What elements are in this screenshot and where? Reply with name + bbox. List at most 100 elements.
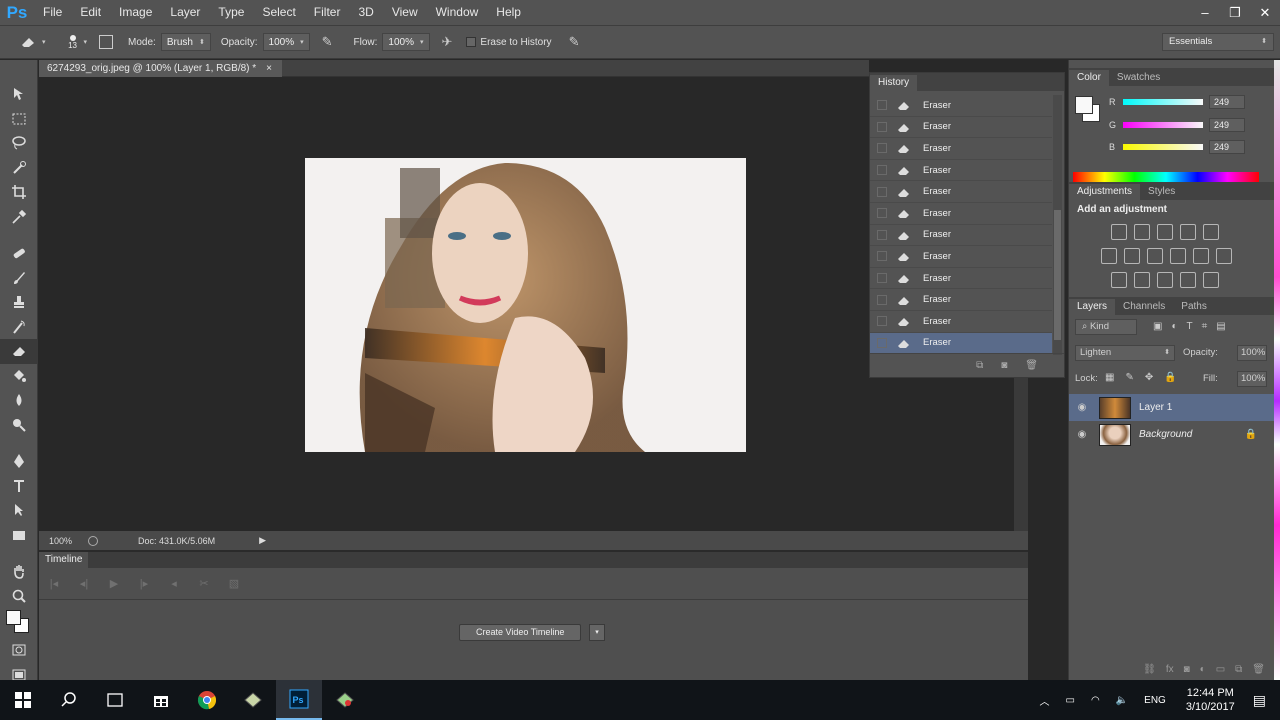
document-tab[interactable]: 6274293_orig.jpeg @ 100% (Layer 1, RGB/8… bbox=[39, 60, 283, 77]
volume-icon[interactable]: 🔈 bbox=[1116, 695, 1128, 706]
exposure-icon[interactable] bbox=[1180, 224, 1196, 240]
delete-state-icon[interactable]: 🗑 bbox=[1025, 360, 1038, 371]
clone-stamp-tool-icon[interactable] bbox=[0, 290, 38, 315]
previous-frame-icon[interactable]: ◂| bbox=[69, 577, 99, 590]
healing-brush-tool-icon[interactable] bbox=[0, 241, 38, 266]
lock-image-icon[interactable]: ✎ bbox=[1125, 372, 1133, 383]
next-frame-icon[interactable]: |▸ bbox=[129, 577, 159, 590]
create-snapshot-icon[interactable]: ◙ bbox=[1001, 360, 1007, 371]
fill-field[interactable]: 100% bbox=[1237, 371, 1267, 387]
invert-icon[interactable] bbox=[1111, 272, 1127, 288]
delete-layer-icon[interactable]: 🗑 bbox=[1252, 664, 1265, 675]
split-icon[interactable]: ✂ bbox=[189, 577, 219, 590]
layer-row-layer-1[interactable]: ◉ Layer 1 bbox=[1069, 394, 1277, 421]
layer-style-icon[interactable]: fx bbox=[1166, 664, 1174, 675]
blend-mode-select[interactable]: Lighten ⬍ bbox=[1075, 345, 1175, 361]
create-video-timeline-button[interactable]: Create Video Timeline bbox=[459, 624, 582, 641]
red-value[interactable]: 249 bbox=[1209, 95, 1245, 109]
filter-pixel-icon[interactable]: ▣ bbox=[1153, 321, 1162, 332]
start-button-icon[interactable] bbox=[0, 680, 46, 720]
history-item[interactable]: Eraser bbox=[870, 268, 1052, 290]
dodge-tool-icon[interactable] bbox=[0, 413, 38, 438]
menu-file[interactable]: File bbox=[34, 0, 71, 25]
status-info-icon[interactable] bbox=[88, 535, 99, 546]
new-layer-icon[interactable]: ⧉ bbox=[1235, 664, 1242, 675]
flow-field[interactable]: 100% ▾ bbox=[382, 33, 430, 51]
history-snapshot-checkbox[interactable] bbox=[877, 100, 887, 111]
filter-smart-object-icon[interactable]: ▤ bbox=[1216, 321, 1225, 332]
path-selection-tool-icon[interactable] bbox=[0, 498, 38, 523]
status-menu-arrow-icon[interactable]: ▶ bbox=[259, 535, 266, 546]
history-item[interactable]: Eraser bbox=[870, 332, 1052, 355]
zoom-level[interactable]: 100% bbox=[49, 536, 72, 546]
history-snapshot-checkbox[interactable] bbox=[877, 273, 887, 284]
layer-name[interactable]: Background bbox=[1139, 429, 1192, 440]
menu-help[interactable]: Help bbox=[487, 0, 530, 25]
history-item[interactable]: Eraser bbox=[870, 289, 1052, 311]
restore-button[interactable]: ❐ bbox=[1220, 0, 1250, 25]
selective-color-icon[interactable] bbox=[1180, 272, 1196, 288]
lasso-tool-icon[interactable] bbox=[0, 131, 38, 156]
history-item[interactable]: Eraser bbox=[870, 117, 1052, 139]
history-item[interactable]: Eraser bbox=[870, 95, 1052, 117]
curves-icon[interactable] bbox=[1157, 224, 1173, 240]
brush-panel-icon[interactable] bbox=[99, 35, 114, 49]
foreground-color-swatch[interactable] bbox=[6, 610, 21, 625]
menu-layer[interactable]: Layer bbox=[161, 0, 209, 25]
transition-icon[interactable]: ▧ bbox=[219, 577, 249, 590]
menu-3d[interactable]: 3D bbox=[349, 0, 382, 25]
link-layers-icon[interactable]: ⛓ bbox=[1143, 664, 1156, 675]
color-swatches[interactable] bbox=[0, 608, 38, 638]
crop-tool-icon[interactable] bbox=[0, 180, 38, 205]
hand-tool-icon[interactable] bbox=[0, 559, 38, 584]
filter-adjustment-icon[interactable]: ◐ bbox=[1171, 321, 1177, 332]
menu-select[interactable]: Select bbox=[253, 0, 304, 25]
blur-tool-icon[interactable] bbox=[0, 388, 38, 413]
menu-view[interactable]: View bbox=[383, 0, 427, 25]
airbrush-icon[interactable]: ✈ bbox=[442, 34, 453, 50]
brush-size-picker[interactable]: 13 bbox=[62, 34, 84, 50]
eraser-tool-icon[interactable] bbox=[0, 339, 38, 364]
black-white-icon[interactable] bbox=[1147, 248, 1163, 264]
history-item[interactable]: Eraser bbox=[870, 160, 1052, 182]
history-snapshot-checkbox[interactable] bbox=[877, 316, 887, 327]
layer-name[interactable]: Layer 1 bbox=[1139, 402, 1172, 413]
foreground-color-preview[interactable] bbox=[1075, 96, 1093, 114]
erase-to-history-checkbox[interactable] bbox=[466, 37, 477, 47]
marquee-tool-icon[interactable] bbox=[0, 107, 38, 132]
play-icon[interactable]: ▶ bbox=[99, 577, 129, 590]
add-mask-icon[interactable]: ◙ bbox=[1184, 664, 1190, 675]
go-to-first-frame-icon[interactable]: |◂ bbox=[39, 577, 69, 590]
eyedropper-tool-icon[interactable] bbox=[0, 205, 38, 230]
timeline-mode-dropdown[interactable]: ▾ bbox=[589, 624, 605, 641]
new-document-from-state-icon[interactable]: ⧉ bbox=[976, 360, 983, 371]
type-tool-icon[interactable] bbox=[0, 474, 38, 499]
photo-filter-icon[interactable] bbox=[1170, 248, 1186, 264]
layer-filter-kind[interactable]: ⌕ Kind bbox=[1075, 319, 1137, 335]
history-item[interactable]: Eraser bbox=[870, 181, 1052, 203]
eraser-tool-preset-icon[interactable]: ▾ bbox=[20, 35, 46, 49]
history-tab[interactable]: History bbox=[870, 75, 918, 91]
green-value[interactable]: 249 bbox=[1209, 118, 1245, 132]
new-fill-layer-icon[interactable]: ◐ bbox=[1200, 664, 1206, 675]
levels-icon[interactable] bbox=[1134, 224, 1150, 240]
red-slider[interactable] bbox=[1123, 99, 1203, 105]
menu-edit[interactable]: Edit bbox=[71, 0, 110, 25]
blue-slider[interactable] bbox=[1123, 144, 1203, 150]
history-brush-tool-icon[interactable] bbox=[0, 315, 38, 340]
menu-type[interactable]: Type bbox=[209, 0, 253, 25]
lock-transparent-icon[interactable]: ▦ bbox=[1105, 372, 1114, 383]
gradient-map-icon[interactable] bbox=[1203, 272, 1219, 288]
app-icon[interactable] bbox=[230, 680, 276, 720]
opacity-field[interactable]: 100% ▾ bbox=[262, 33, 310, 51]
menu-image[interactable]: Image bbox=[110, 0, 161, 25]
menu-filter[interactable]: Filter bbox=[305, 0, 350, 25]
history-snapshot-checkbox[interactable] bbox=[877, 165, 887, 176]
vibrance-icon[interactable] bbox=[1203, 224, 1219, 240]
search-icon[interactable] bbox=[46, 680, 92, 720]
pressure-size-icon[interactable]: ✎ bbox=[569, 34, 580, 50]
posterize-icon[interactable] bbox=[1134, 272, 1150, 288]
history-scrollbar[interactable] bbox=[1053, 95, 1062, 355]
show-hidden-icons-icon[interactable]: ︿ bbox=[1040, 693, 1050, 708]
language-indicator[interactable]: ENG bbox=[1144, 695, 1166, 706]
